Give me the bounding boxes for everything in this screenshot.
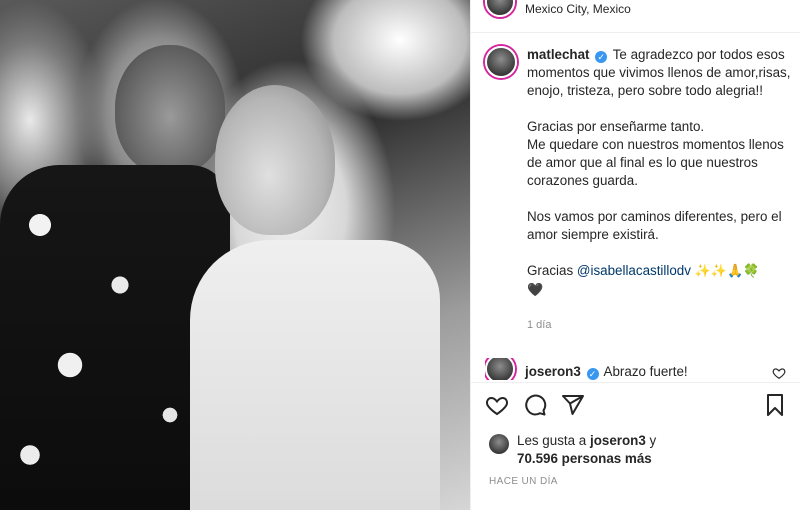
verified-badge-icon: ✓ [595, 51, 608, 63]
post-location[interactable]: Mexico City, Mexico [525, 2, 631, 16]
author-avatar[interactable] [485, 0, 515, 17]
comment-row: joseron3 ✓ Abrazo fuerte! [485, 358, 688, 380]
comment-icon[interactable] [523, 393, 547, 417]
photo-dress [190, 240, 440, 510]
photo-person-woman [215, 85, 335, 235]
commenter-username[interactable]: joseron3 [525, 364, 581, 379]
caption-paragraph-2-line-1: Gracias por enseñarme tanto. [527, 119, 705, 134]
likes-text: Les gusta a joseron3 y 70.596 personas m… [517, 432, 656, 468]
caption-paragraph-4: Gracias @isabellacastillodv ✨✨🙏🍀 🖤 [527, 262, 797, 300]
verified-badge-icon: ✓ [586, 368, 599, 380]
photo-person-man [115, 45, 225, 175]
post-details-panel: Mexico City, Mexico matlechat ✓ Te agrad… [470, 0, 800, 510]
likes-count-link[interactable]: 70.596 personas más [517, 451, 652, 466]
caption-thanks: Gracias [527, 263, 574, 278]
likes-prefix: Les gusta a [517, 433, 587, 448]
caption-author-avatar[interactable] [485, 46, 517, 78]
commenter-avatar[interactable] [485, 358, 515, 380]
post-photo[interactable] [0, 0, 470, 510]
caption-paragraph-2: Gracias por enseñarme tanto. Me quedare … [527, 118, 797, 190]
posted-time-label[interactable]: HACE UN DÍA [489, 476, 558, 487]
caption-author-username[interactable]: matlechat [527, 47, 590, 62]
header-divider [471, 32, 800, 33]
share-icon[interactable] [561, 393, 585, 417]
caption-paragraph-3: Nos vamos por caminos diferentes, pero e… [527, 209, 782, 242]
post-header: Mexico City, Mexico [485, 0, 631, 18]
caption-heart-emoji: 🖤 [527, 283, 544, 298]
liker-avatar[interactable] [489, 434, 509, 454]
heart-icon[interactable] [485, 393, 509, 417]
liker-username[interactable]: joseron3 [590, 433, 646, 448]
post-caption: matlechat ✓ Te agradezco por todos esos … [485, 46, 797, 334]
bookmark-icon[interactable] [763, 393, 787, 417]
caption-paragraph-2-line-2: Me quedare con nuestros momentos llenos … [527, 137, 784, 188]
likes-joiner: y [649, 433, 657, 448]
caption-emoji: ✨✨🙏🍀 [694, 264, 760, 279]
caption-body: matlechat ✓ Te agradezco por todos esos … [527, 46, 797, 334]
comment-like-heart-icon[interactable] [772, 366, 786, 380]
caption-mention-link[interactable]: @isabellacastillodv [577, 263, 691, 278]
comment-text: Abrazo fuerte! [603, 364, 688, 379]
post-actions-bar [471, 382, 800, 426]
caption-timestamp[interactable]: 1 día [527, 316, 797, 334]
comment-text-wrap: joseron3 ✓ Abrazo fuerte! [525, 364, 688, 380]
likes-summary: Les gusta a joseron3 y 70.596 personas m… [489, 432, 656, 468]
